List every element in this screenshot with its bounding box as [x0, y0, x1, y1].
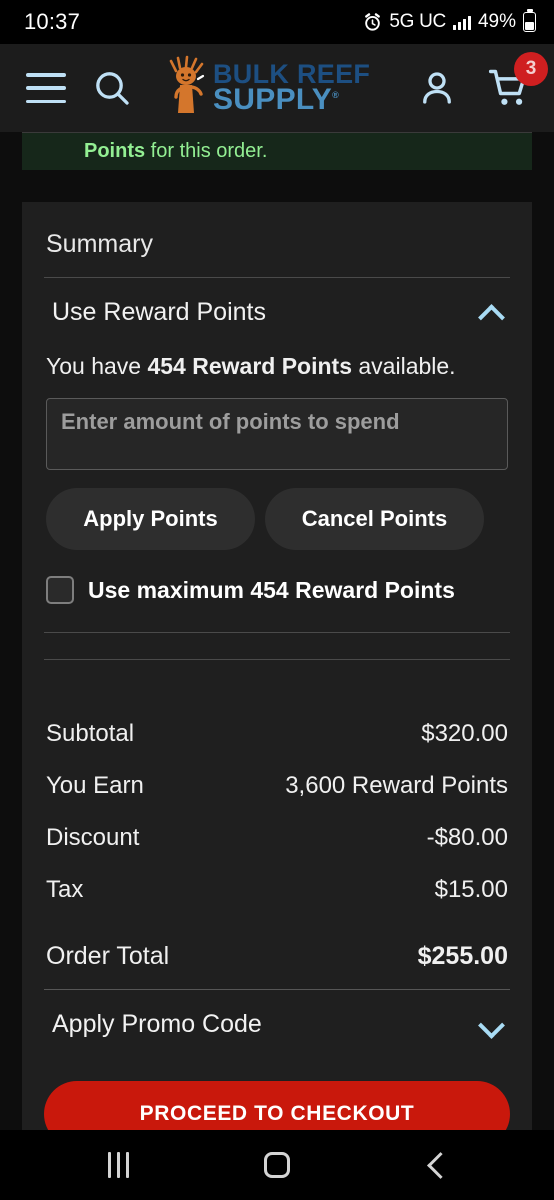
- alarm-clock-icon: [363, 12, 382, 32]
- points-action-buttons: Apply Points Cancel Points: [46, 470, 508, 550]
- available-suffix: available.: [352, 353, 456, 379]
- totals-list: Subtotal $320.00 You Earn 3,600 Reward P…: [44, 686, 510, 989]
- logo-line-2-text: SUPPLY: [213, 82, 333, 116]
- total-value: 3,600 Reward Points: [285, 772, 508, 799]
- use-maximum-points-checkbox[interactable]: [46, 576, 74, 604]
- status-time: 10:37: [24, 9, 81, 34]
- order-total-label: Order Total: [46, 942, 170, 970]
- apply-promo-code-label: Apply Promo Code: [52, 1010, 262, 1038]
- network-label: 5G UC: [389, 11, 446, 32]
- logo-text: BULK REEF SUPPLY®: [213, 61, 370, 114]
- apply-points-button[interactable]: Apply Points: [46, 488, 255, 550]
- header-right-group: 3: [416, 52, 548, 110]
- total-value: $15.00: [434, 876, 508, 903]
- use-maximum-points-label: Use maximum 454 Reward Points: [88, 576, 455, 603]
- total-label: Discount: [46, 824, 140, 851]
- registered-mark-icon: ®: [332, 89, 340, 100]
- total-row: Subtotal $320.00: [46, 708, 508, 760]
- total-label: Subtotal: [46, 720, 135, 747]
- use-maximum-points-checkbox-row[interactable]: Use maximum 454 Reward Points: [46, 550, 508, 622]
- apply-promo-code-accordion-header[interactable]: Apply Promo Code: [44, 990, 510, 1057]
- cancel-points-button[interactable]: Cancel Points: [265, 488, 484, 550]
- reward-points-notice-banner: Points for this order.: [22, 132, 532, 170]
- logo-line-2: SUPPLY®: [213, 84, 370, 114]
- total-row: Discount -$80.00: [46, 812, 508, 864]
- hamburger-menu-icon[interactable]: [26, 73, 66, 103]
- status-bar: 10:37 5G UC 49%: [0, 0, 554, 44]
- available-prefix: You have: [46, 353, 148, 379]
- battery-icon: [523, 12, 536, 32]
- total-label: You Earn: [46, 772, 144, 799]
- back-icon[interactable]: [425, 1154, 447, 1176]
- shopping-cart-icon[interactable]: 3: [486, 52, 548, 110]
- use-reward-points-label: Use Reward Points: [52, 298, 266, 326]
- summary-heading: Summary: [46, 230, 153, 258]
- order-total-row: Order Total $255.00: [46, 916, 508, 989]
- recent-apps-icon[interactable]: [107, 1152, 129, 1178]
- chevron-down-icon[interactable]: [480, 1017, 506, 1033]
- order-summary-card: Summary Use Reward Points You have 454 R…: [22, 202, 532, 1147]
- signal-bars-icon: [452, 14, 471, 30]
- use-reward-points-accordion-header[interactable]: Use Reward Points: [44, 278, 510, 345]
- header-left-group: [26, 68, 132, 108]
- use-reward-points-panel: You have 454 Reward Points available. Ap…: [44, 345, 510, 622]
- divider-group: [44, 622, 510, 660]
- app-header: BULK REEF SUPPLY® 3: [0, 44, 554, 132]
- total-label: Tax: [46, 876, 84, 903]
- chevron-up-icon[interactable]: [480, 305, 506, 321]
- cart-count-badge: 3: [514, 52, 548, 86]
- battery-percent: 49%: [477, 11, 516, 32]
- brand-logo[interactable]: BULK REEF SUPPLY®: [168, 55, 370, 122]
- available-points-text: You have 454 Reward Points available.: [46, 345, 508, 398]
- coral-mascot-icon: [168, 55, 208, 122]
- total-value: $320.00: [421, 720, 508, 747]
- order-total-value: $255.00: [417, 942, 508, 970]
- divider: [44, 659, 510, 660]
- phone-screen: 10:37 5G UC 49% BULK REEF SUPPLY® 3 Poin…: [0, 0, 554, 1200]
- total-row: Tax $15.00: [46, 864, 508, 916]
- notice-rest-text: for this order.: [145, 140, 268, 162]
- home-icon[interactable]: [263, 1152, 290, 1178]
- status-indicators: 5G UC 49%: [363, 11, 536, 33]
- notice-text: Points for this order.: [84, 140, 267, 163]
- divider: [44, 632, 510, 633]
- available-points-value: 454 Reward Points: [147, 353, 352, 379]
- total-row: You Earn 3,600 Reward Points: [46, 760, 508, 812]
- total-value: -$80.00: [426, 824, 508, 851]
- account-person-icon[interactable]: [416, 67, 458, 109]
- search-icon[interactable]: [92, 68, 132, 108]
- android-navigation-bar: [0, 1130, 554, 1200]
- notice-bold-text: Points: [84, 140, 146, 162]
- points-to-spend-input[interactable]: [46, 398, 508, 470]
